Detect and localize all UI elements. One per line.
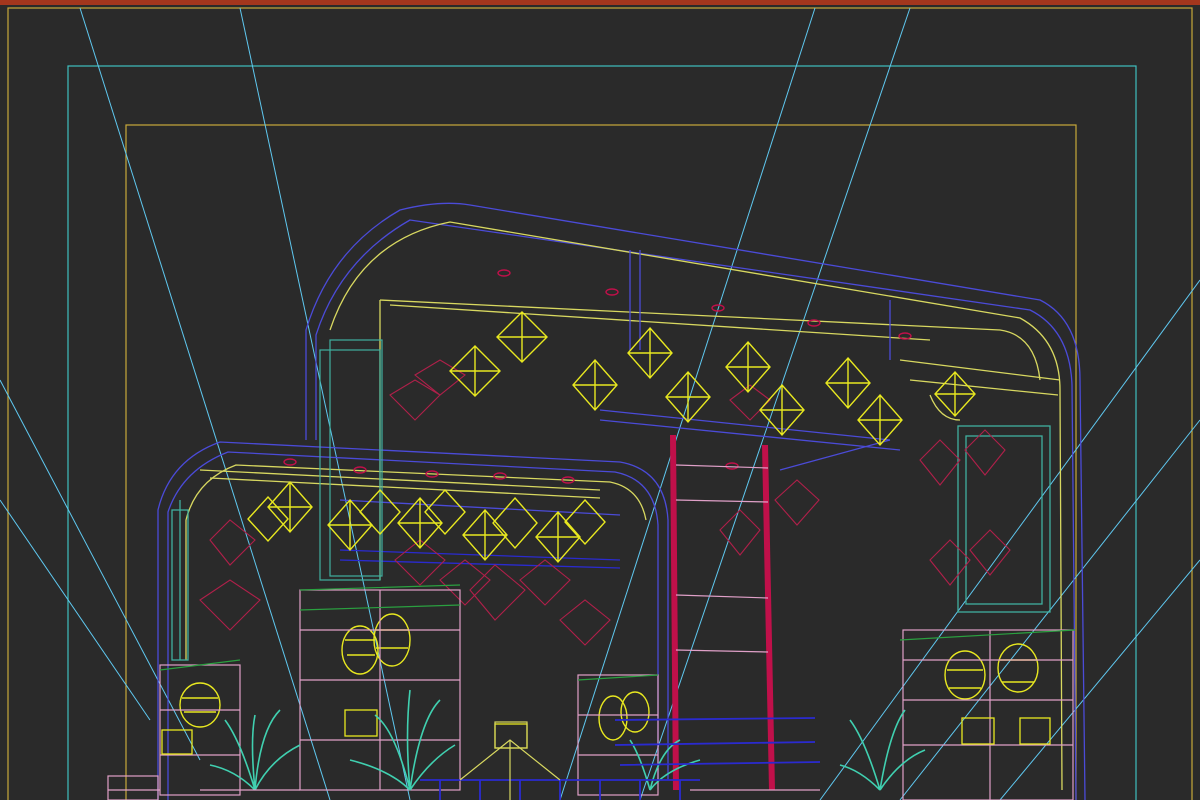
reception-counter bbox=[420, 717, 821, 800]
wireframe-scene[interactable] bbox=[0, 0, 1200, 800]
support-columns bbox=[670, 434, 775, 791]
right-window-frames bbox=[957, 425, 1051, 613]
safe-frame-action bbox=[67, 65, 1137, 800]
perspective-viewport[interactable] bbox=[0, 0, 1200, 800]
counter-top-lines bbox=[459, 721, 561, 800]
booth-front-frame bbox=[157, 441, 669, 800]
ceiling-spot-lights bbox=[283, 269, 912, 484]
shelf-green-trim bbox=[159, 584, 1076, 681]
wall-diamond-panels bbox=[199, 359, 1011, 646]
